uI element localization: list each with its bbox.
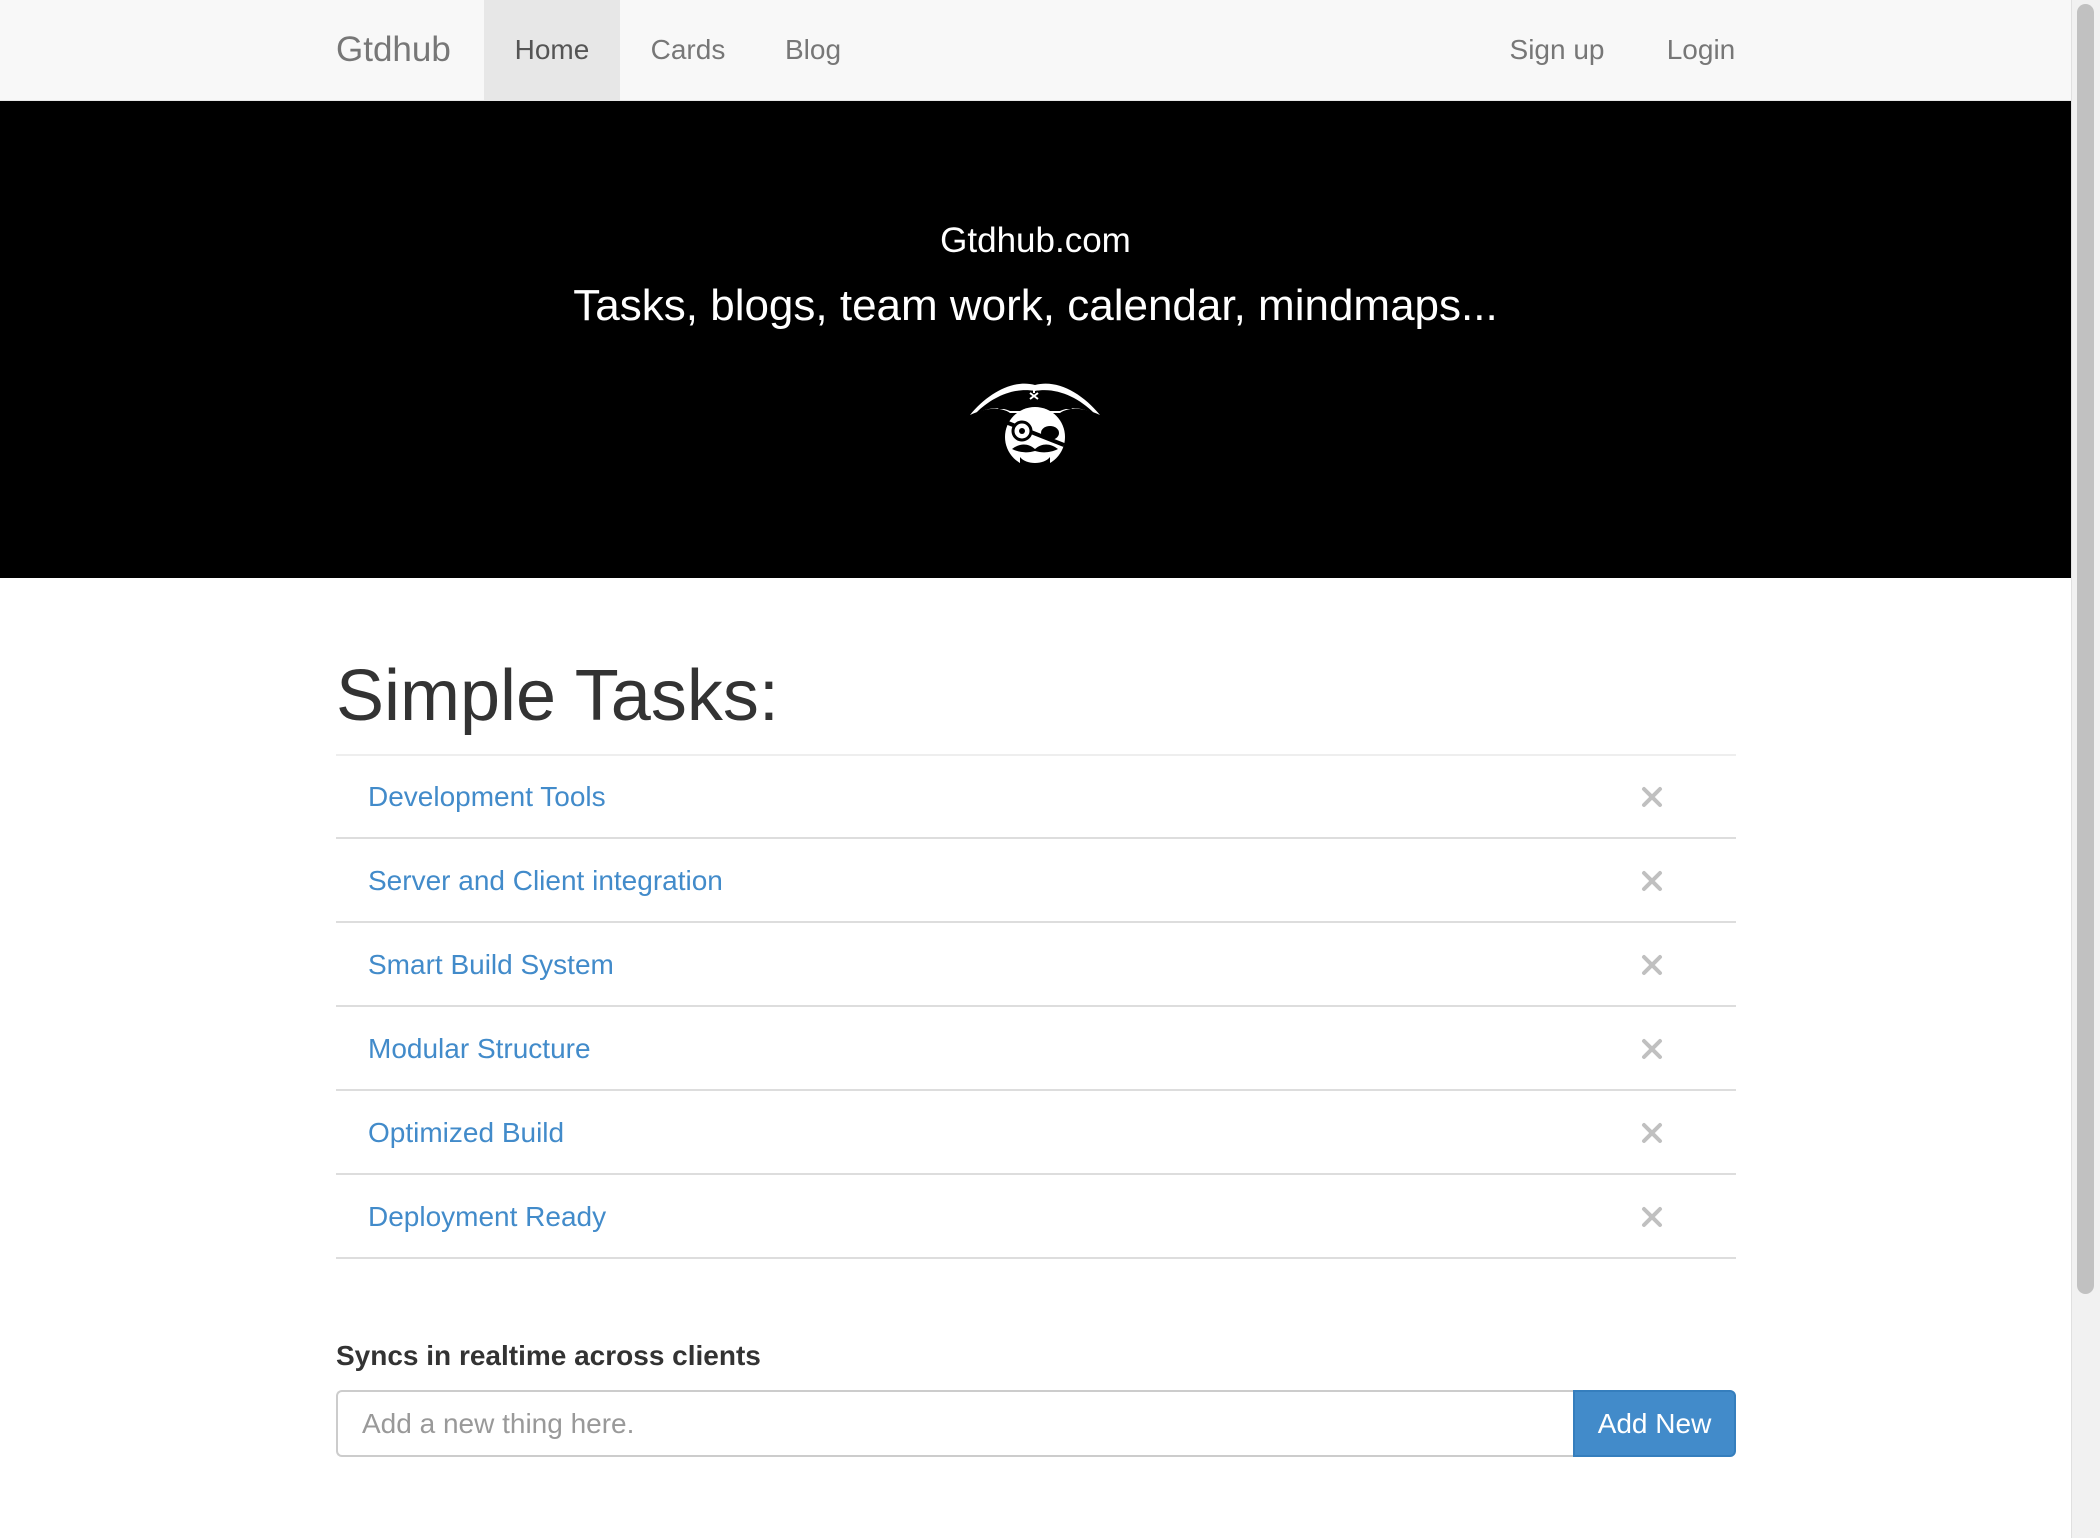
close-icon[interactable]	[1638, 1119, 1666, 1147]
nav-blog[interactable]: Blog	[756, 0, 870, 100]
pirate-icon	[970, 383, 1100, 467]
close-icon[interactable]	[1638, 951, 1666, 979]
new-task-input[interactable]	[336, 1390, 1573, 1457]
list-item: Deployment Ready	[336, 1175, 1736, 1259]
scrollbar-thumb[interactable]	[2077, 4, 2094, 1294]
scrollbar[interactable]	[2071, 0, 2100, 1538]
task-link[interactable]: Optimized Build	[368, 1091, 564, 1175]
task-link[interactable]: Development Tools	[368, 755, 606, 839]
list-item: Development Tools	[336, 755, 1736, 839]
navbar: Gtdhub Home Cards Blog Sign up Login	[0, 0, 2071, 101]
task-link[interactable]: Smart Build System	[368, 923, 614, 1007]
page-header: Simple Tasks:	[336, 650, 1736, 756]
hero-subtitle: Tasks, blogs, team work, calendar, mindm…	[573, 281, 1498, 330]
task-link[interactable]: Server and Client integration	[368, 839, 723, 923]
close-icon[interactable]	[1638, 1035, 1666, 1063]
task-link[interactable]: Deployment Ready	[368, 1175, 606, 1259]
task-link[interactable]: Modular Structure	[368, 1007, 591, 1091]
close-icon[interactable]	[1638, 867, 1666, 895]
brand-link[interactable]: Gtdhub	[336, 0, 451, 100]
list-item: Smart Build System	[336, 923, 1736, 1007]
list-item: Optimized Build	[336, 1091, 1736, 1175]
list-item: Modular Structure	[336, 1007, 1736, 1091]
nav-home[interactable]: Home	[484, 0, 620, 100]
nav-sign-up[interactable]: Sign up	[1480, 0, 1634, 100]
close-icon[interactable]	[1638, 1203, 1666, 1231]
hero-title: Gtdhub.com	[940, 221, 1131, 260]
close-icon[interactable]	[1638, 783, 1666, 811]
task-list: Development Tools Server and Client inte…	[336, 755, 1736, 1259]
page-title: Simple Tasks:	[336, 656, 779, 736]
add-new-button[interactable]: Add New	[1573, 1390, 1736, 1457]
sync-label: Syncs in realtime across clients	[336, 1340, 761, 1371]
list-item: Server and Client integration	[336, 839, 1736, 923]
hero-banner: Gtdhub.com Tasks, blogs, team work, cale…	[0, 101, 2071, 578]
nav-login[interactable]: Login	[1634, 0, 1768, 100]
nav-cards[interactable]: Cards	[620, 0, 756, 100]
